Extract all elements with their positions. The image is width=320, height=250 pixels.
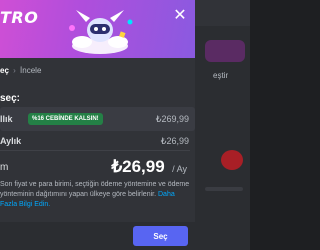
background-topbar: [195, 0, 250, 26]
mascot-illustration: [69, 10, 133, 54]
divider: [0, 150, 190, 151]
total-unit: / Ay: [172, 164, 187, 174]
total-amount: ₺26,99: [111, 157, 165, 176]
background-divider: [205, 187, 243, 191]
breadcrumb-step-select[interactable]: eç: [0, 66, 9, 75]
background-avatar: [221, 150, 243, 170]
price-disclaimer: Son fiyat ve para birimi, seçtiğin ödeme…: [0, 180, 190, 210]
close-icon[interactable]: ✕: [170, 6, 190, 26]
background-app: eştir: [195, 0, 250, 250]
total-label: m: [0, 162, 9, 173]
breadcrumb-step-review: İncele: [20, 66, 42, 75]
brand-logo: TRO: [0, 8, 39, 27]
breadcrumb-separator-icon: ›: [13, 66, 16, 75]
discount-badge: %16 CEBİNDE KALSIN!: [28, 113, 103, 125]
select-button[interactable]: Seç: [133, 226, 188, 246]
plan-name-yearly: llık: [0, 114, 13, 124]
total-price: ₺26,99 / Ay: [111, 157, 187, 177]
background-banner: [205, 40, 245, 62]
subscription-modal: TRO ✕ eç › İncele seç: llık %16 CEBİNDE …: [0, 0, 195, 250]
background-heading: eştir: [213, 71, 229, 80]
modal-header: TRO ✕: [0, 0, 195, 58]
plan-section-title: seç:: [0, 93, 21, 104]
breadcrumb: eç › İncele: [0, 66, 41, 75]
plan-option-yearly[interactable]: llık %16 CEBİNDE KALSIN! ₺269,99: [0, 107, 195, 131]
plan-name-monthly: Aylık: [0, 136, 22, 146]
plan-price-yearly: ₺269,99: [155, 114, 189, 124]
plan-price-monthly: ₺26,99: [160, 136, 189, 146]
modal-footer: Seç: [0, 222, 195, 250]
